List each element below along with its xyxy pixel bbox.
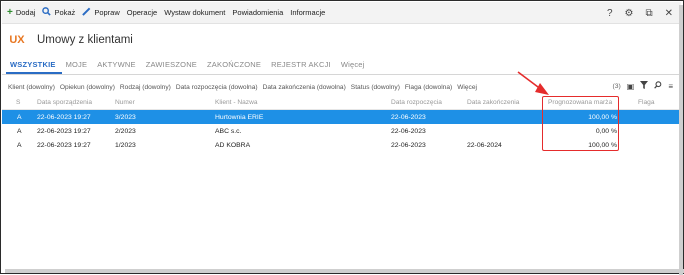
cell-status: A [17, 127, 22, 135]
pencil-icon [82, 7, 91, 19]
cell-created-date: 22-06-2023 19:27 [37, 127, 91, 135]
notifications-menu[interactable]: Powiadomienia [232, 8, 283, 17]
app-area: + Dodaj Pokaż Popraw Operacje Wystaw dok… [2, 2, 681, 271]
cell-created-date: 22-06-2023 19:27 [37, 113, 91, 121]
info-menu[interactable]: Informacje [290, 8, 325, 17]
add-button[interactable]: + Dodaj [7, 6, 36, 18]
cell-status: A [17, 141, 22, 149]
cell-number: 3/2023 [115, 113, 136, 121]
module-logo: UX [9, 34, 25, 46]
help-icon[interactable]: ? [607, 8, 613, 19]
filter-start-date[interactable]: Data rozpoczęcia (dowolna) [176, 84, 258, 91]
cell-number: 2/2023 [115, 127, 136, 135]
plus-icon: + [7, 6, 13, 18]
col-start-date[interactable]: Data rozpoczęcia [391, 99, 442, 106]
filter-type[interactable]: Rodzaj (dowolny) [120, 84, 171, 91]
filter-client[interactable]: Klient (dowolny) [8, 84, 55, 91]
export-icon[interactable]: ▣ [627, 82, 635, 91]
close-icon[interactable]: ✕ [665, 8, 673, 19]
tab-mine[interactable]: MOJE [62, 60, 94, 74]
operations-menu[interactable]: Operacje [127, 8, 157, 17]
page-title: Umowy z klientami [37, 34, 133, 46]
cell-client-name: ABC s.c. [215, 127, 242, 135]
highlight-box [542, 96, 619, 151]
col-end-date[interactable]: Data zakończenia [467, 99, 519, 106]
tab-finished[interactable]: ZAKOŃCZONE [203, 60, 267, 74]
filter-more[interactable]: Więcej [457, 84, 477, 91]
filter-end-date[interactable]: Data zakończenia (dowolna) [263, 84, 346, 91]
cell-created-date: 22-06-2023 19:27 [37, 141, 91, 149]
tab-suspended[interactable]: ZAWIESZONE [142, 60, 203, 74]
filter-status[interactable]: Status (dowolny) [351, 84, 400, 91]
edit-button[interactable]: Popraw [82, 7, 120, 19]
col-created-date[interactable]: Data sporządzenia [37, 99, 92, 106]
annotation-arrow [517, 71, 549, 95]
restore-window-icon[interactable]: ⧉ [645, 8, 652, 19]
cell-start-date: 22-06-2023 [391, 141, 426, 149]
col-status[interactable]: S [16, 99, 20, 106]
edit-label: Popraw [94, 8, 120, 17]
window-frame: + Dodaj Pokaż Popraw Operacje Wystaw dok… [0, 0, 684, 275]
issue-document-menu[interactable]: Wystaw dokument [164, 8, 225, 17]
tab-bar: WSZYSTKIE MOJE AKTYWNE ZAWIESZONE ZAKOŃC… [2, 57, 681, 75]
filter-keeper[interactable]: Opiekun (dowolny) [60, 84, 115, 91]
search-icon[interactable] [654, 81, 662, 91]
col-number[interactable]: Numer [115, 99, 135, 106]
tab-more[interactable]: Więcej [337, 60, 371, 74]
filter-tools: (3) ▣ ≡ [606, 79, 673, 93]
cell-start-date: 22-06-2023 [391, 127, 426, 135]
cell-client-name: Hurtownia ERIE [215, 113, 264, 121]
tab-all[interactable]: WSZYSTKIE [6, 60, 62, 74]
page-header: UX Umowy z klientami [2, 29, 133, 51]
gear-icon[interactable]: ⚙ [625, 8, 634, 19]
toolbar: + Dodaj Pokaż Popraw Operacje Wystaw dok… [2, 2, 681, 24]
tab-active[interactable]: AKTYWNE [93, 60, 142, 74]
tab-action-register[interactable]: REJESTR AKCJI [267, 60, 337, 74]
cell-start-date: 22-06-2023 [391, 113, 426, 121]
filter-bar: Klient (dowolny) Opiekun (dowolny) Rodza… [8, 81, 482, 93]
cell-number: 1/2023 [115, 141, 136, 149]
menu-icon[interactable]: ≡ [668, 82, 673, 91]
show-button[interactable]: Pokaż [42, 6, 76, 19]
filter-icon[interactable] [640, 81, 649, 91]
window-shadow-right [679, 5, 683, 275]
cell-end-date: 22-06-2024 [467, 141, 502, 149]
search-icon [42, 6, 52, 19]
filter-flag[interactable]: Flaga (dowolna) [405, 84, 452, 91]
add-label: Dodaj [15, 8, 36, 17]
cell-status: A [17, 113, 22, 121]
cell-client-name: AD KOBRA [215, 141, 251, 149]
info-label: Informacje [290, 8, 326, 17]
col-flag[interactable]: Flaga [638, 99, 655, 106]
notifications-label: Powiadomienia [232, 8, 284, 17]
issue-document-label: Wystaw dokument [164, 8, 226, 17]
show-label: Pokaż [54, 8, 76, 17]
window-controls: ? ⚙ ⧉ ✕ [595, 2, 673, 24]
operations-label: Operacje [126, 8, 158, 17]
col-client-name[interactable]: Klient - Nazwa [215, 99, 258, 106]
filter-count: (3) [612, 82, 621, 90]
window-shadow-bottom [5, 269, 684, 273]
